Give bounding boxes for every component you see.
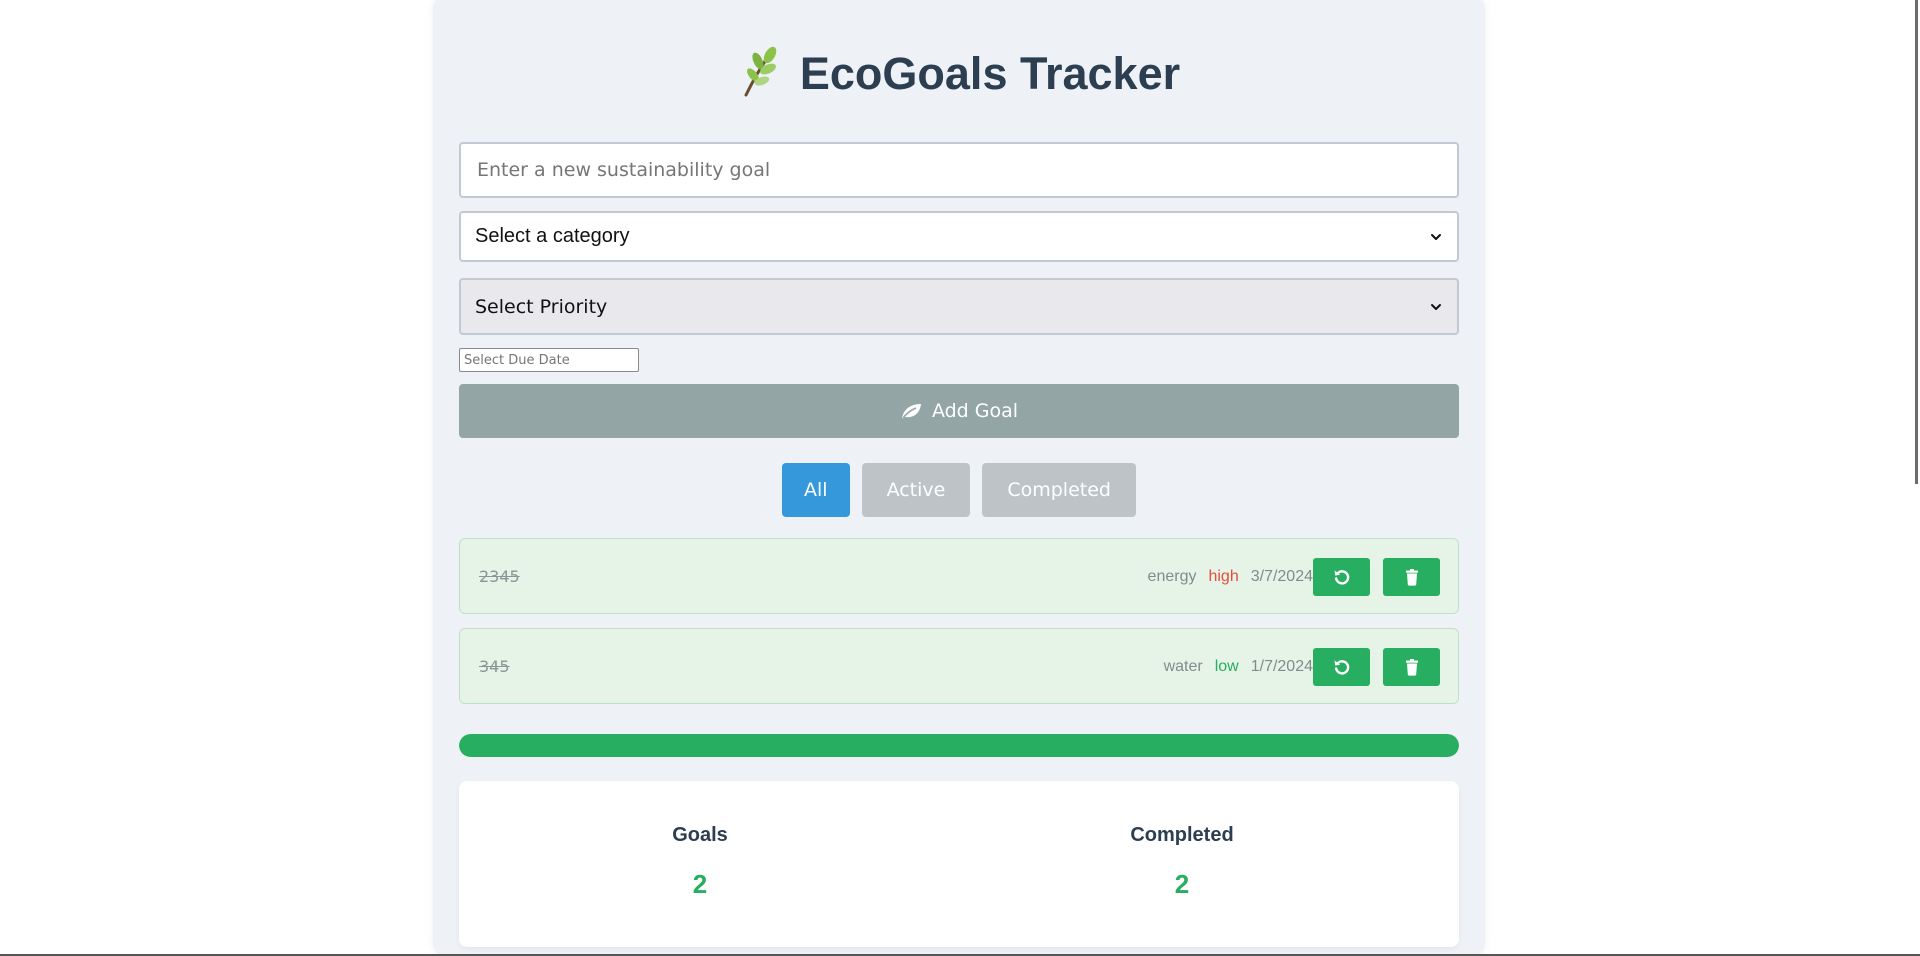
stat-completed-value: 2 (1174, 869, 1190, 899)
filter-completed-button[interactable]: Completed (982, 463, 1136, 517)
stat-goals-value: 2 (692, 869, 708, 899)
chevron-down-icon (1431, 233, 1441, 240)
priority-select-value: Select Priority (475, 295, 608, 318)
category-select-value: Select a category (475, 225, 630, 247)
goal-priority: low (1214, 658, 1239, 675)
goal-priority: high (1208, 568, 1239, 585)
filter-active-button[interactable]: Active (861, 463, 971, 517)
chevron-down-icon (1431, 303, 1441, 310)
page-viewport: EcoGoals Tracker Select a category Selec… (0, 0, 1920, 956)
priority-select[interactable]: Select Priority (459, 278, 1459, 335)
app-header: EcoGoals Tracker (433, 40, 1485, 108)
undo-goal-button[interactable] (1313, 648, 1370, 686)
filter-all-label: All (804, 479, 828, 501)
undo-icon (1334, 660, 1349, 675)
add-goal-button[interactable]: Add Goal (459, 384, 1459, 438)
goal-due-date: 1/7/2024 (1250, 658, 1313, 675)
leaf-icon (901, 404, 921, 419)
category-select[interactable]: Select a category (459, 211, 1459, 262)
stats-card: Goals 2 Completed 2 (459, 781, 1459, 947)
goal-text: 2345 (479, 567, 520, 586)
app-container: EcoGoals Tracker Select a category Selec… (433, 0, 1485, 956)
stat-completed: Completed 2 (1062, 821, 1302, 899)
goal-item: 345 water low 1/7/2024 (459, 628, 1459, 704)
delete-goal-button[interactable] (1383, 648, 1440, 686)
goal-meta: water low 1/7/2024 (1164, 629, 1440, 705)
delete-goal-button[interactable] (1383, 558, 1440, 596)
progress-bar-fill (459, 734, 1459, 757)
undo-icon (1334, 570, 1349, 585)
goal-input[interactable] (459, 142, 1459, 198)
filter-active-label: Active (886, 479, 946, 501)
stat-completed-label: Completed (1130, 824, 1234, 846)
goal-meta: energy high 3/7/2024 (1148, 539, 1440, 615)
add-goal-label: Add Goal (931, 400, 1019, 422)
goal-category: energy (1147, 568, 1197, 585)
app-title: EcoGoals Tracker (799, 48, 1181, 99)
goal-due-date: 3/7/2024 (1250, 568, 1313, 585)
due-date-input[interactable] (459, 348, 639, 372)
filter-completed-label: Completed (1007, 479, 1111, 501)
undo-goal-button[interactable] (1313, 558, 1370, 596)
stat-goals: Goals 2 (580, 821, 820, 899)
goal-category: water (1163, 658, 1203, 675)
filter-bar: All Active Completed (433, 463, 1485, 517)
page-scrollbar[interactable] (1908, 0, 1920, 956)
scrollbar-thumb[interactable] (1915, 0, 1918, 484)
goal-item: 2345 energy high 3/7/2024 (459, 538, 1459, 614)
trash-icon (1405, 569, 1418, 586)
progress-bar (459, 734, 1459, 757)
goal-text: 345 (479, 657, 510, 676)
seedling-icon (744, 46, 777, 97)
stat-goals-label: Goals (672, 824, 728, 846)
filter-all-button[interactable]: All (782, 463, 850, 517)
trash-icon (1405, 659, 1418, 676)
